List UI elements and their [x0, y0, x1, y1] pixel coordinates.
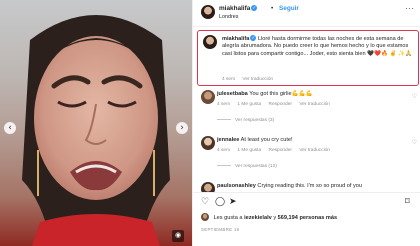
next-arrow-icon[interactable]: ›	[176, 122, 188, 134]
replies-line	[217, 164, 231, 166]
post-photo[interactable]: ‹ › ◉	[0, 0, 192, 246]
crying-woman-photo	[22, 15, 170, 246]
comment-icon[interactable]: ◯	[215, 197, 225, 207]
view-replies-link[interactable]: Ver respuestas (12)	[217, 164, 277, 169]
post-date: SEPTIEMBRE 16	[201, 227, 240, 232]
comment-text: julesetbaba You got this girlie💪💪💪	[217, 91, 399, 98]
follow-button[interactable]: Seguir	[279, 5, 299, 12]
comment-like-heart-icon[interactable]: ♡	[412, 93, 417, 100]
comment-likes[interactable]: 1 Me gusta	[237, 102, 261, 107]
likes-summary: Les gusta a iezekielalv y 569,194 person…	[201, 213, 337, 221]
see-translation-link[interactable]: Ver traducción	[242, 77, 273, 82]
likes-prefix: Les gusta a	[213, 215, 243, 221]
view-replies-link[interactable]: Ver respuestas (3)	[217, 118, 274, 123]
post-header: miakhalifa ✓ • Seguir Londres ···	[193, 0, 420, 26]
avatar[interactable]	[201, 136, 215, 150]
likes-user[interactable]: iezekielalv	[244, 215, 272, 221]
comment-meta: 4 sem 1 Me gusta Responder Ver traducció…	[217, 102, 336, 107]
comment-item: julesetbaba You got this girlie💪💪💪 ♡ 4 s…	[201, 90, 417, 128]
see-translation-link[interactable]: Ver traducción	[299, 102, 330, 107]
avatar[interactable]	[201, 90, 215, 104]
comment-like-heart-icon[interactable]: ♡	[412, 139, 417, 146]
comment-text: jennalee At least you cry cute!	[217, 137, 399, 144]
comment-meta: 4 sem 1 Me gusta Responder Ver traducció…	[217, 148, 336, 153]
post-side-panel: miakhalifa ✓ • Seguir Londres ··· miakhal…	[192, 0, 420, 246]
reply-button[interactable]: Responder	[269, 148, 292, 153]
likes-count[interactable]: 569,194 personas más	[278, 215, 337, 221]
comment-username[interactable]: paulsonashley	[217, 183, 256, 189]
verified-badge-icon: ✓	[250, 35, 257, 41]
comment-username[interactable]: jennalee	[217, 137, 239, 143]
separator-dot: •	[271, 5, 274, 12]
avatar[interactable]	[201, 5, 215, 19]
comment-body: At least you cry cute!	[240, 137, 293, 143]
caption-username[interactable]: miakhalifa ✓	[222, 35, 257, 42]
comment-item: jennalee At least you cry cute! ♡ 4 sem …	[201, 136, 417, 174]
bookmark-icon[interactable]: ⌑	[405, 197, 410, 207]
see-translation-link[interactable]: Ver traducción	[299, 148, 330, 153]
caption-highlight: miakhalifa ✓ Lloré hasta dormirme todas l…	[197, 30, 419, 86]
likes-connector: y	[273, 215, 277, 221]
avatar[interactable]	[203, 35, 217, 49]
caption-text: miakhalifa ✓ Lloré hasta dormirme todas l…	[222, 35, 414, 58]
heart-icon[interactable]: ♡	[201, 197, 209, 207]
post-location[interactable]: Londres	[219, 14, 238, 20]
comment-username[interactable]: julesetbaba	[217, 91, 248, 97]
comment-body: You got this girlie💪💪💪	[249, 91, 313, 97]
comment-text: paulsonashley Crying reading this. I'm s…	[217, 183, 399, 190]
previous-arrow-icon[interactable]: ‹	[4, 122, 16, 134]
replies-line	[217, 118, 231, 120]
comment-body: Crying reading this. I'm so so proud of …	[257, 183, 363, 189]
caption-time: 4 sem	[222, 77, 236, 82]
post-actions: ♡ ◯ ➤ ⌑ Les gusta a iezekielalv y 569,19…	[193, 192, 420, 246]
caption-meta: 4 sem Ver traducción	[222, 77, 279, 82]
more-dots-icon[interactable]: ···	[405, 4, 415, 13]
avatar[interactable]	[201, 213, 209, 221]
header-divider	[193, 26, 420, 27]
comment-time: 4 sem	[217, 102, 231, 107]
post-username[interactable]: miakhalifa ✓	[219, 5, 258, 12]
comment-time: 4 sem	[217, 148, 231, 153]
verified-badge-icon: ✓	[251, 5, 258, 11]
tagged-users-icon[interactable]: ◉	[172, 230, 184, 242]
comment-likes[interactable]: 1 Me gusta	[237, 148, 261, 153]
share-icon[interactable]: ➤	[229, 197, 237, 207]
reply-button[interactable]: Responder	[269, 102, 292, 107]
